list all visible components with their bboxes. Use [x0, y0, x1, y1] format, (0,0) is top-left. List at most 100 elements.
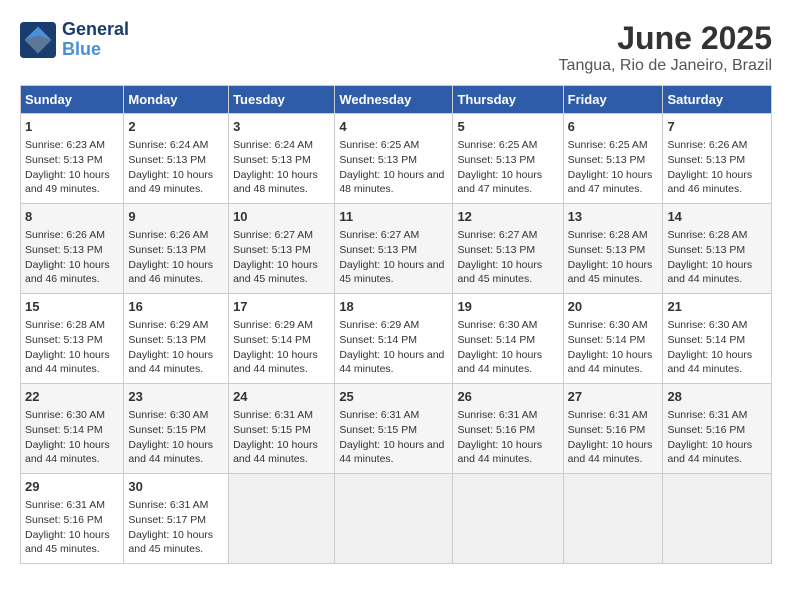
sunset-text: Sunset: 5:15 PM: [233, 424, 311, 436]
day-number: 22: [25, 388, 119, 406]
daylight-text: Daylight: 10 hours and 44 minutes.: [667, 439, 752, 466]
day-cell: 14 Sunrise: 6:28 AM Sunset: 5:13 PM Dayl…: [663, 204, 772, 294]
day-cell: 10 Sunrise: 6:27 AM Sunset: 5:13 PM Dayl…: [229, 204, 335, 294]
sunset-text: Sunset: 5:14 PM: [457, 334, 535, 346]
sunset-text: Sunset: 5:13 PM: [568, 244, 646, 256]
sunset-text: Sunset: 5:13 PM: [667, 244, 745, 256]
sunrise-text: Sunrise: 6:26 AM: [128, 229, 208, 241]
sunrise-text: Sunrise: 6:30 AM: [457, 319, 537, 331]
page-header: General Blue June 2025 Tangua, Rio de Ja…: [20, 20, 772, 75]
day-cell: 2 Sunrise: 6:24 AM Sunset: 5:13 PM Dayli…: [124, 114, 229, 204]
sunset-text: Sunset: 5:13 PM: [128, 154, 206, 166]
sunrise-text: Sunrise: 6:25 AM: [457, 139, 537, 151]
sunrise-text: Sunrise: 6:26 AM: [667, 139, 747, 151]
sunrise-text: Sunrise: 6:28 AM: [25, 319, 105, 331]
sunrise-text: Sunrise: 6:27 AM: [457, 229, 537, 241]
day-number: 4: [339, 118, 448, 136]
day-header-friday: Friday: [563, 86, 663, 114]
day-cell: 24 Sunrise: 6:31 AM Sunset: 5:15 PM Dayl…: [229, 384, 335, 474]
day-header-monday: Monday: [124, 86, 229, 114]
daylight-text: Daylight: 10 hours and 44 minutes.: [457, 439, 542, 466]
daylight-text: Daylight: 10 hours and 46 minutes.: [128, 259, 213, 286]
day-number: 11: [339, 208, 448, 226]
location-title: Tangua, Rio de Janeiro, Brazil: [559, 57, 772, 75]
sunrise-text: Sunrise: 6:30 AM: [568, 319, 648, 331]
header-row: SundayMondayTuesdayWednesdayThursdayFrid…: [21, 86, 772, 114]
sunrise-text: Sunrise: 6:30 AM: [667, 319, 747, 331]
day-number: 17: [233, 298, 330, 316]
daylight-text: Daylight: 10 hours and 44 minutes.: [667, 349, 752, 376]
daylight-text: Daylight: 10 hours and 48 minutes.: [233, 169, 318, 196]
daylight-text: Daylight: 10 hours and 45 minutes.: [457, 259, 542, 286]
day-cell: 30 Sunrise: 6:31 AM Sunset: 5:17 PM Dayl…: [124, 474, 229, 564]
sunset-text: Sunset: 5:15 PM: [128, 424, 206, 436]
daylight-text: Daylight: 10 hours and 45 minutes.: [339, 259, 444, 286]
day-number: 26: [457, 388, 558, 406]
sunrise-text: Sunrise: 6:25 AM: [339, 139, 419, 151]
day-cell: 17 Sunrise: 6:29 AM Sunset: 5:14 PM Dayl…: [229, 294, 335, 384]
day-cell: 22 Sunrise: 6:30 AM Sunset: 5:14 PM Dayl…: [21, 384, 124, 474]
sunrise-text: Sunrise: 6:29 AM: [128, 319, 208, 331]
daylight-text: Daylight: 10 hours and 45 minutes.: [233, 259, 318, 286]
sunrise-text: Sunrise: 6:31 AM: [457, 409, 537, 421]
sunset-text: Sunset: 5:14 PM: [233, 334, 311, 346]
daylight-text: Daylight: 10 hours and 45 minutes.: [568, 259, 653, 286]
daylight-text: Daylight: 10 hours and 48 minutes.: [339, 169, 444, 196]
daylight-text: Daylight: 10 hours and 44 minutes.: [667, 259, 752, 286]
daylight-text: Daylight: 10 hours and 44 minutes.: [25, 349, 110, 376]
day-number: 25: [339, 388, 448, 406]
day-number: 13: [568, 208, 659, 226]
day-cell: 3 Sunrise: 6:24 AM Sunset: 5:13 PM Dayli…: [229, 114, 335, 204]
sunset-text: Sunset: 5:14 PM: [339, 334, 417, 346]
day-cell: [453, 474, 563, 564]
day-cell: 28 Sunrise: 6:31 AM Sunset: 5:16 PM Dayl…: [663, 384, 772, 474]
day-number: 18: [339, 298, 448, 316]
week-row-2: 8 Sunrise: 6:26 AM Sunset: 5:13 PM Dayli…: [21, 204, 772, 294]
daylight-text: Daylight: 10 hours and 47 minutes.: [568, 169, 653, 196]
sunset-text: Sunset: 5:16 PM: [457, 424, 535, 436]
sunset-text: Sunset: 5:13 PM: [233, 244, 311, 256]
day-cell: 12 Sunrise: 6:27 AM Sunset: 5:13 PM Dayl…: [453, 204, 563, 294]
day-cell: 23 Sunrise: 6:30 AM Sunset: 5:15 PM Dayl…: [124, 384, 229, 474]
daylight-text: Daylight: 10 hours and 44 minutes.: [339, 349, 444, 376]
logo-icon: [20, 22, 56, 58]
day-cell: 8 Sunrise: 6:26 AM Sunset: 5:13 PM Dayli…: [21, 204, 124, 294]
day-number: 19: [457, 298, 558, 316]
sunrise-text: Sunrise: 6:31 AM: [568, 409, 648, 421]
sunset-text: Sunset: 5:13 PM: [25, 244, 103, 256]
sunset-text: Sunset: 5:13 PM: [25, 154, 103, 166]
sunrise-text: Sunrise: 6:26 AM: [25, 229, 105, 241]
daylight-text: Daylight: 10 hours and 44 minutes.: [128, 349, 213, 376]
daylight-text: Daylight: 10 hours and 44 minutes.: [568, 349, 653, 376]
daylight-text: Daylight: 10 hours and 45 minutes.: [128, 529, 213, 556]
day-cell: 27 Sunrise: 6:31 AM Sunset: 5:16 PM Dayl…: [563, 384, 663, 474]
sunrise-text: Sunrise: 6:24 AM: [128, 139, 208, 151]
daylight-text: Daylight: 10 hours and 44 minutes.: [339, 439, 444, 466]
day-cell: [229, 474, 335, 564]
day-number: 16: [128, 298, 224, 316]
sunrise-text: Sunrise: 6:31 AM: [339, 409, 419, 421]
day-cell: 29 Sunrise: 6:31 AM Sunset: 5:16 PM Dayl…: [21, 474, 124, 564]
day-cell: 20 Sunrise: 6:30 AM Sunset: 5:14 PM Dayl…: [563, 294, 663, 384]
daylight-text: Daylight: 10 hours and 44 minutes.: [568, 439, 653, 466]
day-cell: 26 Sunrise: 6:31 AM Sunset: 5:16 PM Dayl…: [453, 384, 563, 474]
daylight-text: Daylight: 10 hours and 44 minutes.: [128, 439, 213, 466]
day-cell: 18 Sunrise: 6:29 AM Sunset: 5:14 PM Dayl…: [335, 294, 453, 384]
sunrise-text: Sunrise: 6:28 AM: [568, 229, 648, 241]
day-cell: 15 Sunrise: 6:28 AM Sunset: 5:13 PM Dayl…: [21, 294, 124, 384]
day-number: 10: [233, 208, 330, 226]
sunset-text: Sunset: 5:14 PM: [568, 334, 646, 346]
day-cell: 16 Sunrise: 6:29 AM Sunset: 5:13 PM Dayl…: [124, 294, 229, 384]
week-row-3: 15 Sunrise: 6:28 AM Sunset: 5:13 PM Dayl…: [21, 294, 772, 384]
daylight-text: Daylight: 10 hours and 44 minutes.: [233, 439, 318, 466]
month-title: June 2025: [559, 20, 772, 57]
sunrise-text: Sunrise: 6:23 AM: [25, 139, 105, 151]
sunset-text: Sunset: 5:16 PM: [25, 514, 103, 526]
week-row-1: 1 Sunrise: 6:23 AM Sunset: 5:13 PM Dayli…: [21, 114, 772, 204]
sunrise-text: Sunrise: 6:30 AM: [25, 409, 105, 421]
day-cell: [563, 474, 663, 564]
day-number: 29: [25, 478, 119, 496]
sunset-text: Sunset: 5:16 PM: [667, 424, 745, 436]
day-cell: 5 Sunrise: 6:25 AM Sunset: 5:13 PM Dayli…: [453, 114, 563, 204]
daylight-text: Daylight: 10 hours and 46 minutes.: [25, 259, 110, 286]
